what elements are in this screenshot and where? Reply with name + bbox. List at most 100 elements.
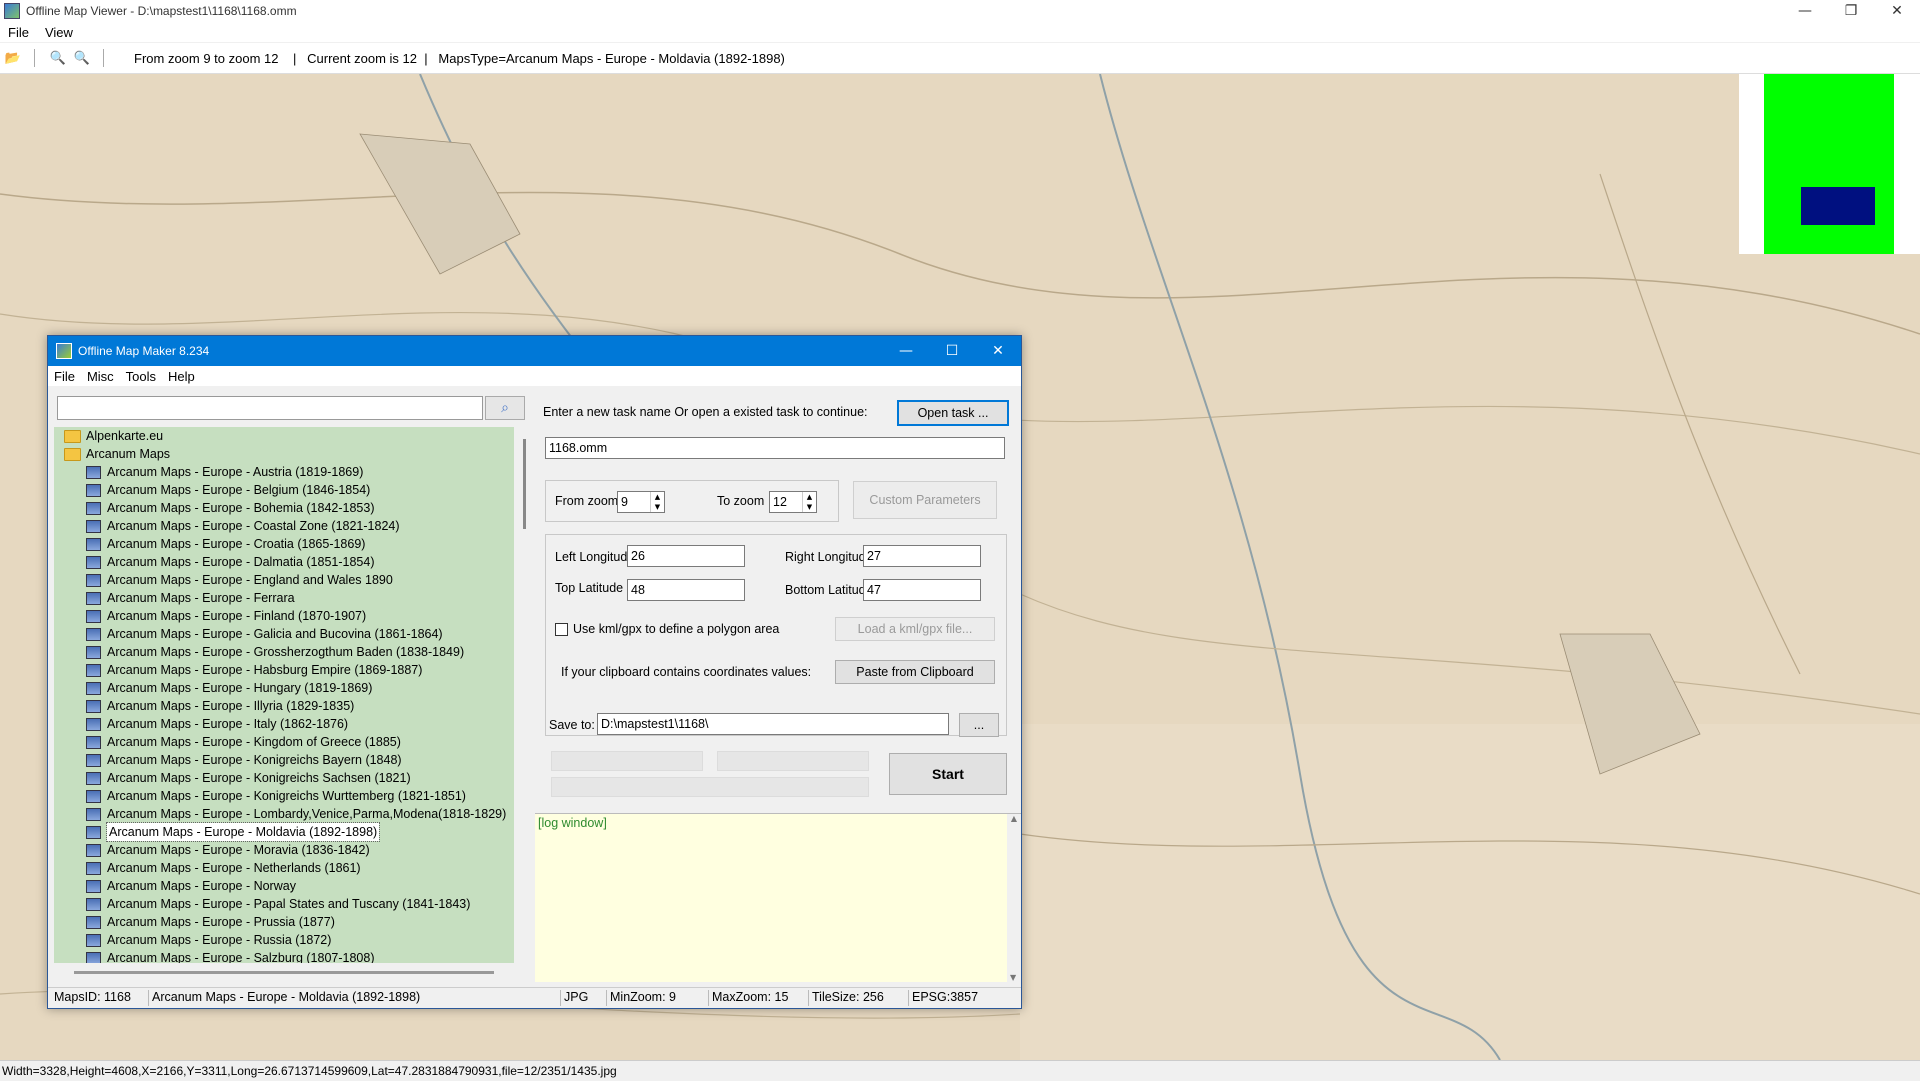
load-kml-button[interactable]: Load a kml/gpx file... [835,617,995,641]
tree-map-item[interactable]: Arcanum Maps - Europe - Coastal Zone (18… [54,517,514,535]
tree-map-item[interactable]: Arcanum Maps - Europe - Konigreichs Sach… [54,769,514,787]
tree-map-item[interactable]: Arcanum Maps - Europe - Grossherzogthum … [54,643,514,661]
save-to-input[interactable]: D:\mapstest1\1168\ [597,713,949,735]
status-format: JPG [564,990,589,1004]
task-name-input[interactable]: 1168.omm [545,437,1005,459]
tree-map-item[interactable]: Arcanum Maps - Europe - Prussia (1877) [54,913,514,931]
dialog-minimize-button[interactable]: — [883,336,929,366]
map-icon [86,519,101,533]
to-zoom-arrows-icon[interactable]: ▲ ▼ [802,492,816,512]
bottom-latitude-input[interactable]: 47 [863,579,981,601]
tree-map-item[interactable]: Arcanum Maps - Europe - Croatia (1865-18… [54,535,514,553]
dialog-menu-file[interactable]: File [48,369,81,384]
dialog-menu-tools[interactable]: Tools [120,369,162,384]
tree-scroll-thumb[interactable] [523,439,526,529]
right-longitude-label: Right Longitude [785,550,873,564]
to-zoom-spinner[interactable]: 12 ▲ ▼ [769,491,817,513]
custom-parameters-button[interactable]: Custom Parameters [853,481,997,519]
map-icon [86,879,101,893]
tree-item-label: Arcanum Maps - Europe - Konigreichs Sach… [107,771,411,785]
menu-file[interactable]: File [0,25,37,40]
left-longitude-input[interactable]: 26 [627,545,745,567]
dialog-maximize-button[interactable]: ☐ [929,336,975,366]
tree-folder-item[interactable]: Alpenkarte.eu [54,427,514,445]
map-icon [86,663,101,677]
map-icon [86,933,101,947]
log-scrollbar[interactable]: ▲ ▼ [1007,814,1021,982]
top-latitude-input[interactable]: 48 [627,579,745,601]
minimap[interactable] [1739,74,1920,254]
bottom-latitude-label: Bottom Latitude [785,583,873,597]
map-icon [86,465,101,479]
map-icon [86,717,101,731]
restore-button[interactable]: ❐ [1828,0,1874,22]
zoom-info: From zoom 9 to zoom 12 | Current zoom is… [134,50,785,66]
tree-map-item[interactable]: Arcanum Maps - Europe - Illyria (1829-18… [54,697,514,715]
folder-icon [64,429,81,443]
tree-map-item[interactable]: Arcanum Maps - Europe - Kingdom of Greec… [54,733,514,751]
tree-map-item[interactable]: Arcanum Maps - Europe - England and Wale… [54,571,514,589]
tree-map-item[interactable]: Arcanum Maps - Europe - Konigreichs Baye… [54,751,514,769]
right-longitude-input[interactable]: 27 [863,545,981,567]
progress-bar-3 [551,777,869,797]
scroll-up-icon[interactable]: ▲ [1011,814,1017,823]
tree-folder-item[interactable]: Arcanum Maps [54,445,514,463]
maps-search-input[interactable] [57,396,483,420]
dialog-menu-misc[interactable]: Misc [81,369,120,384]
minimap-viewport[interactable] [1801,187,1875,225]
tree-map-item[interactable]: Arcanum Maps - Europe - Russia (1872) [54,931,514,949]
open-folder-icon[interactable]: 📂 [2,48,24,68]
tree-map-item[interactable]: Arcanum Maps - Europe - Konigreichs Wurt… [54,787,514,805]
start-button[interactable]: Start [889,753,1007,795]
tree-map-item[interactable]: Arcanum Maps - Europe - Bohemia (1842-18… [54,499,514,517]
menu-view[interactable]: View [37,25,81,40]
folder-icon [64,447,81,461]
tree-map-item[interactable]: Arcanum Maps - Europe - Dalmatia (1851-1… [54,553,514,571]
tree-map-item[interactable]: Arcanum Maps - Europe - Habsburg Empire … [54,661,514,679]
scroll-down-icon[interactable]: ▼ [1010,973,1016,982]
close-button[interactable]: ✕ [1874,0,1920,22]
tree-item-label: Arcanum Maps - Europe - Kingdom of Greec… [107,735,401,749]
open-task-button[interactable]: Open task ... [897,400,1009,426]
tree-map-item[interactable]: Arcanum Maps - Europe - Ferrara [54,589,514,607]
zoom-in-icon[interactable]: 🔍 [71,48,93,68]
tree-map-item[interactable]: Arcanum Maps - Europe - Finland (1870-19… [54,607,514,625]
map-icon [86,627,101,641]
tree-map-item[interactable]: Arcanum Maps - Europe - Papal States and… [54,895,514,913]
map-icon [86,789,101,803]
status-max-zoom: MaxZoom: 15 [712,990,789,1004]
use-kml-label: Use kml/gpx to define a polygon area [573,622,780,636]
tree-map-item[interactable]: Arcanum Maps - Europe - Belgium (1846-18… [54,481,514,499]
tree-map-item[interactable]: Arcanum Maps - Europe - Austria (1819-18… [54,463,514,481]
tree-map-item[interactable]: Arcanum Maps - Europe - Galicia and Buco… [54,625,514,643]
tree-map-item[interactable]: Arcanum Maps - Europe - Salzburg (1807-1… [54,949,514,963]
tree-vertical-scrollbar[interactable] [520,427,530,963]
tree-map-item[interactable]: Arcanum Maps - Europe - Hungary (1819-18… [54,679,514,697]
search-button[interactable]: ⌕ [485,396,525,420]
tree-map-item[interactable]: Arcanum Maps - Europe - Netherlands (186… [54,859,514,877]
minimize-button[interactable]: — [1782,0,1828,22]
maps-tree[interactable]: Alpenkarte.eu Arcanum Maps Arcanum Maps - … [54,427,514,963]
viewer-menubar: File View [0,22,1920,42]
map-icon [86,573,101,587]
tree-map-item[interactable]: Arcanum Maps - Europe - Norway [54,877,514,895]
use-kml-checkbox[interactable] [555,623,568,636]
viewer-statusbar: Width=3328,Height=4608,X=2166,Y=3311,Lon… [0,1060,1920,1081]
tree-item-label: Arcanum Maps - Europe - Konigreichs Baye… [107,753,402,767]
browse-button[interactable]: ... [959,713,999,737]
from-zoom-arrows-icon[interactable]: ▲ ▼ [650,492,664,512]
dialog-close-button[interactable]: ✕ [975,336,1021,366]
from-zoom-spinner[interactable]: 9 ▲ ▼ [617,491,665,513]
tree-map-item[interactable]: Arcanum Maps - Europe - Italy (1862-1876… [54,715,514,733]
tree-horizontal-scrollbar[interactable] [74,971,494,974]
status-separator [708,990,709,1006]
log-window[interactable]: [log window] ▲ ▼ [535,813,1021,982]
paste-clipboard-button[interactable]: Paste from Clipboard [835,660,995,684]
tree-map-item[interactable]: Arcanum Maps - Europe - Lombardy,Venice,… [54,805,514,823]
zoom-out-icon[interactable]: 🔍 [47,48,69,68]
tree-map-item[interactable]: Arcanum Maps - Europe - Moravia (1836-18… [54,841,514,859]
tree-map-item[interactable]: Arcanum Maps - Europe - Moldavia (1892-1… [54,822,514,842]
dialog-menu-help[interactable]: Help [162,369,201,384]
clipboard-label: If your clipboard contains coordinates v… [561,665,812,679]
dialog-titlebar[interactable]: Offline Map Maker 8.234 — ☐ ✕ [48,336,1021,366]
